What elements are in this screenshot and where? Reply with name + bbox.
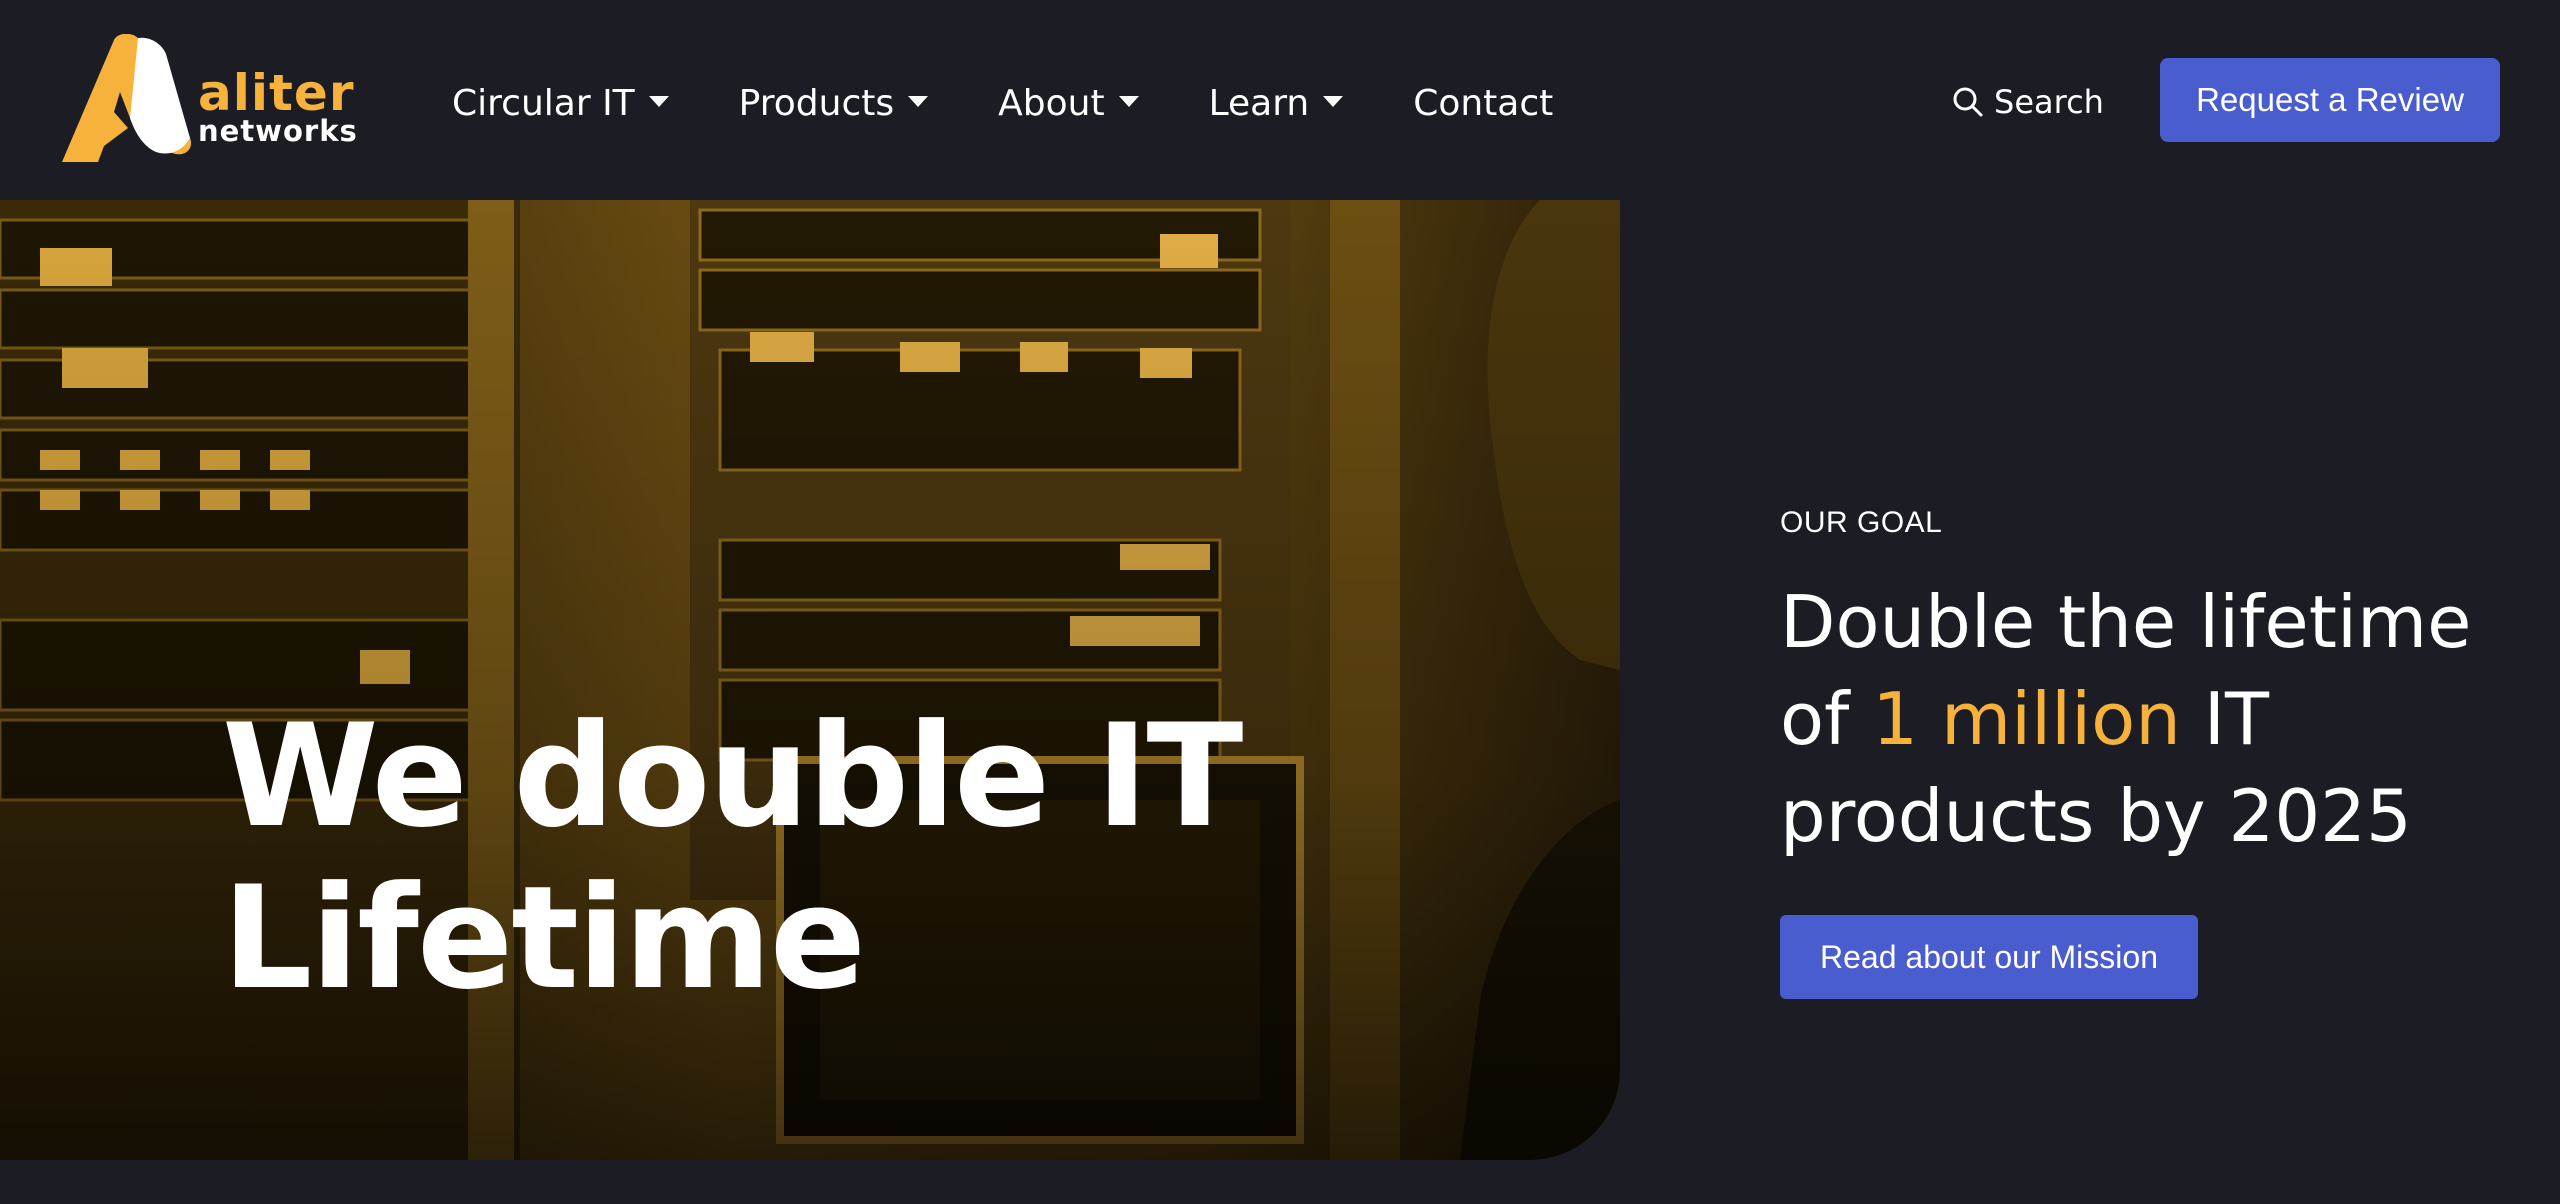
read-mission-button[interactable]: Read about our Mission [1780,915,2198,999]
logo-subname: networks [198,114,358,148]
logo-wordmark: aliter networks [198,64,358,148]
logo-mark-icon [62,34,191,162]
hero-banner: We double IT Lifetime [0,200,1620,1160]
main-nav: Circular IT Products About Learn Contact [452,78,1623,128]
goal-eyebrow: OUR GOAL [1780,506,1943,539]
hero-title-line2: Lifetime [222,856,866,1021]
request-review-button[interactable]: Request a Review [2160,58,2500,142]
aliter-logo[interactable]: aliter networks [58,34,357,166]
logo-name: aliter [198,64,355,122]
page: aliter networks Circular IT Products Abo… [0,0,2560,1204]
search-button[interactable]: Search [1952,80,2104,124]
nav-item-about[interactable]: About [998,82,1139,124]
goal-heading-highlight: 1 million [1872,677,2181,761]
search-icon [1953,87,1983,117]
nav-item-label: Contact [1413,82,1554,124]
goal-heading: Double the lifetime of 1 million IT prod… [1780,574,2500,865]
nav-item-label: About [998,82,1105,124]
caret-down-icon [908,95,929,107]
hero-title: We double IT Lifetime [222,694,1243,1021]
nav-item-label: Learn [1208,82,1310,124]
caret-down-icon [1323,95,1344,107]
hero-title-line1: We double IT [222,694,1243,859]
search-label: Search [1994,83,2104,121]
nav-item-learn[interactable]: Learn [1209,83,1344,124]
nav-item-circular-it[interactable]: Circular IT [452,83,669,124]
caret-down-icon [1118,95,1139,107]
caret-down-icon [648,95,669,107]
nav-item-contact[interactable]: Contact [1413,83,1553,124]
site-header: aliter networks Circular IT Products Abo… [0,0,2560,200]
goal-section: OUR GOAL Double the lifetime of 1 millio… [1780,506,2500,999]
nav-item-label: Products [738,82,895,124]
nav-item-products[interactable]: Products [738,82,929,124]
nav-item-label: Circular IT [452,82,635,124]
